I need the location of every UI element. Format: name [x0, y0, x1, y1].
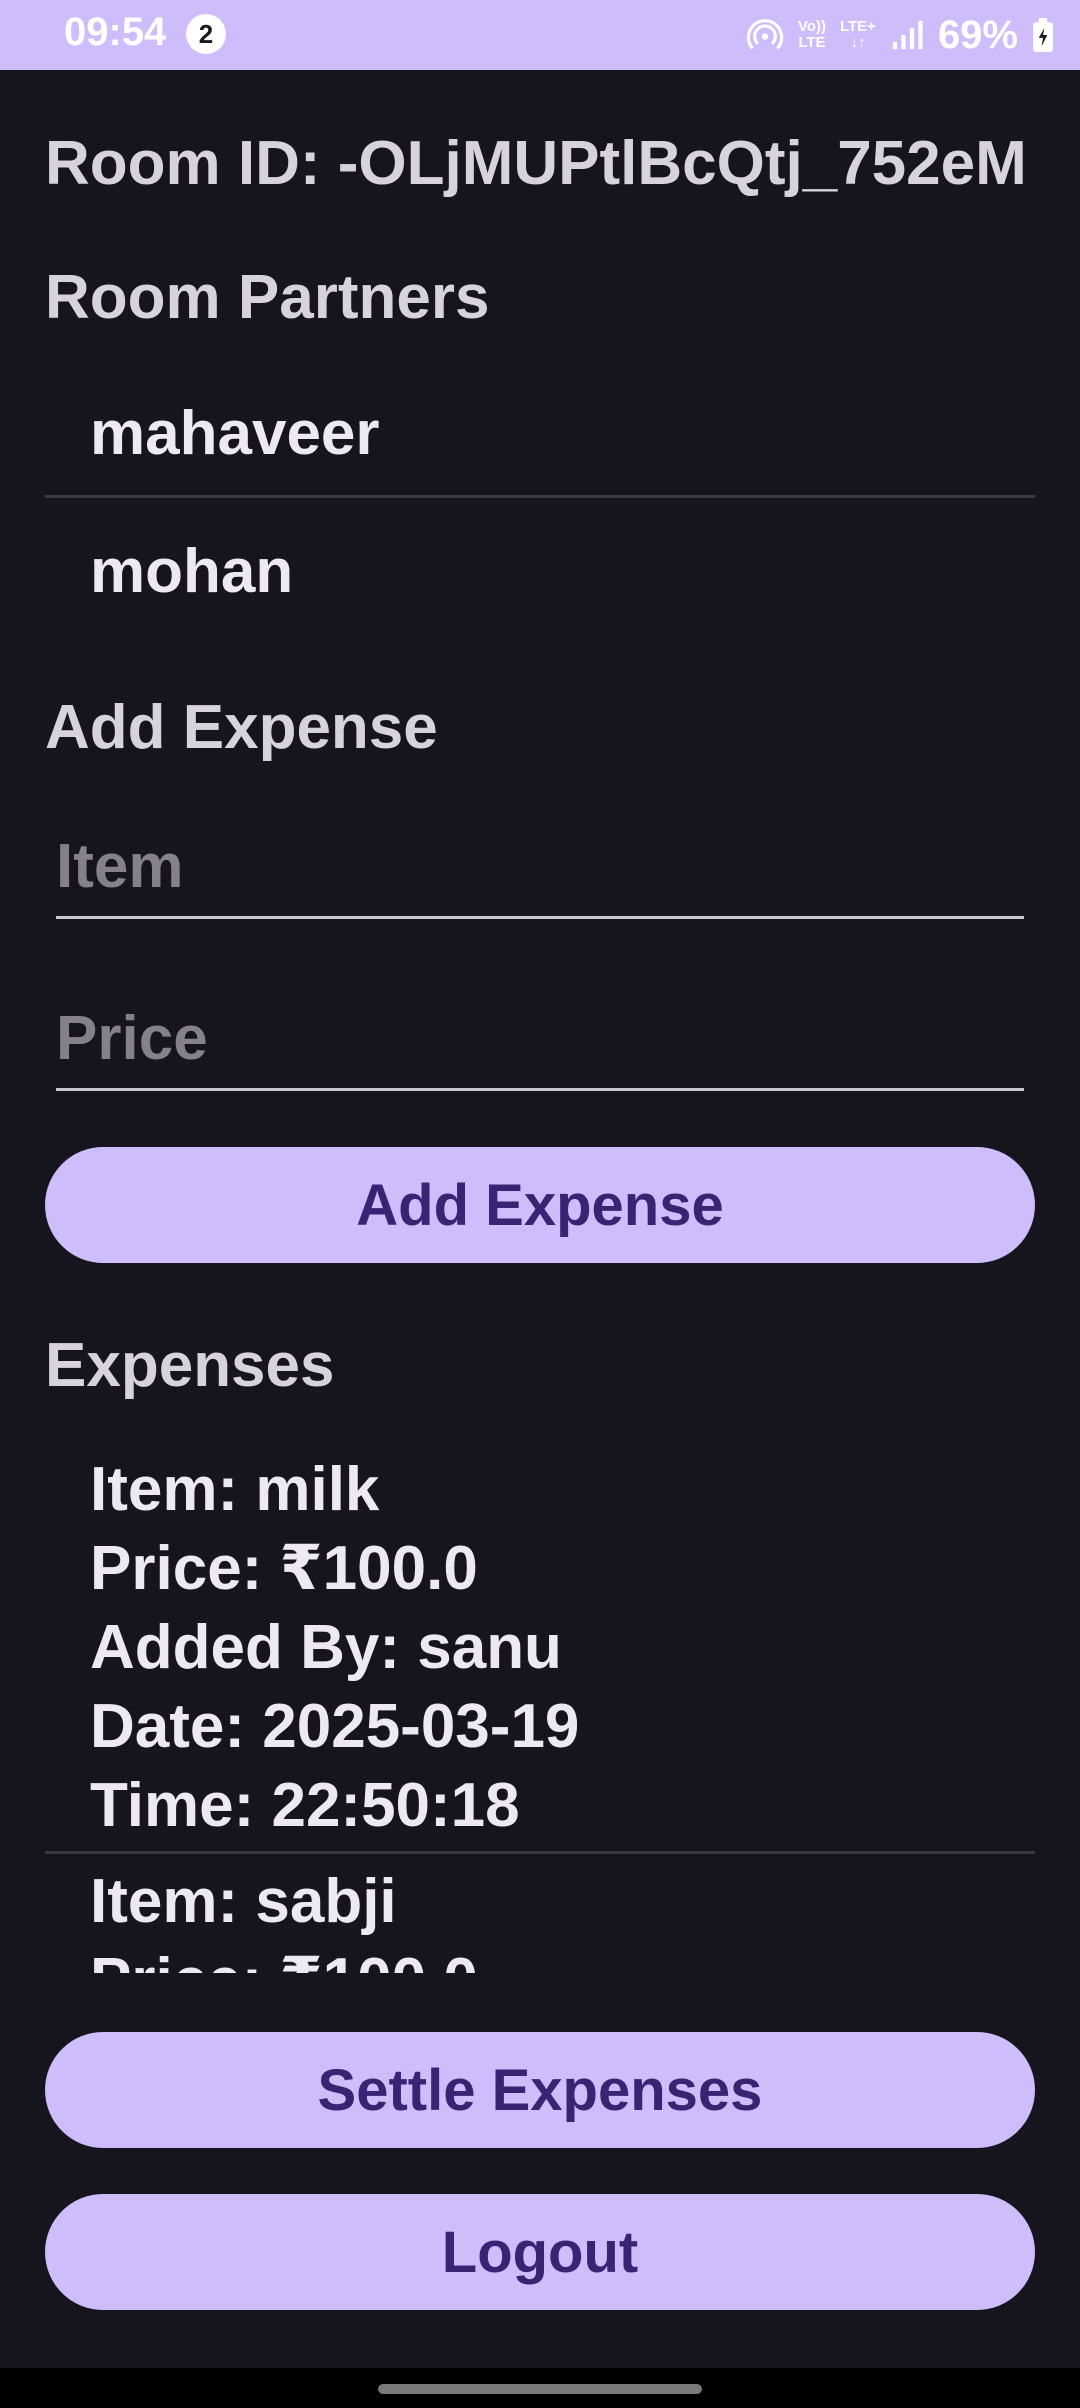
- battery-charging-icon: [1033, 18, 1053, 52]
- volte-icon: Vo)) LTE: [798, 19, 826, 51]
- expense-item-name: Item: milk: [90, 1455, 380, 1524]
- add-expense-heading: Add Expense: [45, 693, 438, 762]
- hotspot-icon: [746, 19, 784, 50]
- expense-price: Price: ₹100.0: [90, 1534, 478, 1603]
- expense-date: Date: 2025-03-19: [90, 1692, 580, 1761]
- expense-time: Time: 22:50:18: [90, 1771, 520, 1840]
- expense-price: Price: ₹100.0: [90, 1941, 1080, 1973]
- item-field[interactable]: [56, 816, 1024, 919]
- notification-count-badge: 2: [186, 14, 226, 54]
- expense-item: Item: sabji Price: ₹100.0: [0, 1862, 1080, 1973]
- lte-bottom-label: ↓↑: [850, 34, 866, 51]
- expense-list[interactable]: Item: milk Price: ₹100.0 Added By: sanu …: [0, 1450, 1080, 1973]
- logout-button[interactable]: Logout: [45, 2194, 1035, 2310]
- room-id-label: Room ID: -OLjMUPtlBcQtj_752eM: [45, 129, 1027, 198]
- volte-top-label: Vo)): [797, 18, 826, 35]
- item-input[interactable]: [56, 816, 1024, 916]
- battery-percent: 69%: [937, 12, 1018, 57]
- navigation-bar: [0, 2368, 1080, 2408]
- settle-expenses-button[interactable]: Settle Expenses: [45, 2032, 1035, 2148]
- expense-added-by: Added By: sanu: [90, 1613, 562, 1682]
- partner-item: mahaveer: [90, 399, 380, 468]
- add-expense-button[interactable]: Add Expense: [45, 1147, 1035, 1263]
- price-field[interactable]: [56, 988, 1024, 1091]
- lte-icon: LTE+ ↓↑: [840, 19, 876, 51]
- status-icons: Vo)) LTE LTE+ ↓↑ 69%: [746, 8, 1054, 62]
- status-bar: 09:54 2 Vo)) LTE LTE+ ↓↑ 69%: [0, 0, 1080, 70]
- expense-item-name: Item: sabji: [90, 1867, 397, 1936]
- price-input[interactable]: [56, 988, 1024, 1088]
- signal-icon: [892, 20, 923, 50]
- gesture-handle[interactable]: [378, 2384, 702, 2394]
- expenses-heading: Expenses: [45, 1331, 335, 1400]
- expense-divider: [45, 1851, 1035, 1854]
- partner-divider: [45, 495, 1035, 498]
- status-time: 09:54: [64, 10, 167, 54]
- volte-bottom-label: LTE: [798, 34, 826, 51]
- lte-top-label: LTE+: [839, 18, 876, 35]
- expense-item: Item: milk Price: ₹100.0 Added By: sanu …: [0, 1450, 1080, 1845]
- room-partners-heading: Room Partners: [45, 263, 490, 332]
- partner-item: mohan: [90, 537, 294, 606]
